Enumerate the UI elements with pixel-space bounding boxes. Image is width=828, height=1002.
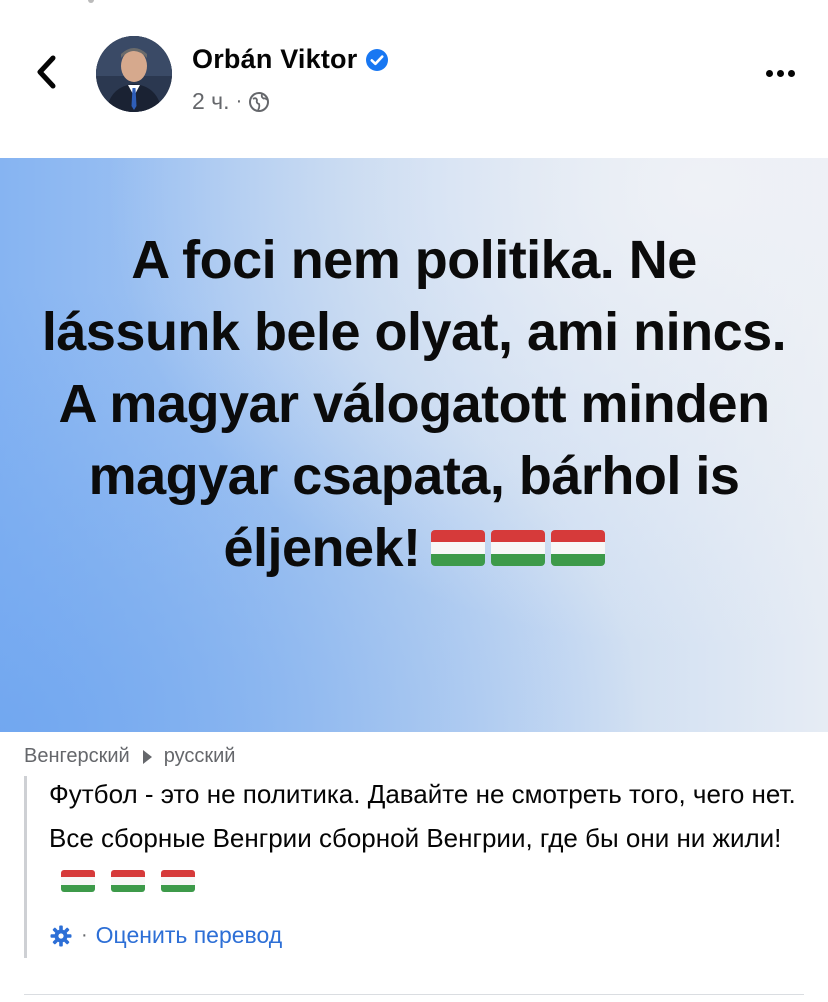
- translation-flag-group: [61, 870, 195, 893]
- chevron-left-icon: [37, 55, 56, 89]
- post-header: Orbán Viktor 2 ч. ·: [0, 0, 828, 158]
- back-button[interactable]: [22, 48, 70, 96]
- hungary-flag-icon: [161, 870, 195, 893]
- rate-translation-row: · Оценить перевод: [49, 922, 282, 949]
- author-row: Orbán Viktor: [192, 44, 389, 75]
- rate-translation-link[interactable]: Оценить перевод: [96, 922, 283, 949]
- arrow-right-icon: [142, 749, 152, 764]
- hungary-flag-icon: [490, 529, 545, 566]
- flag-group: [430, 529, 605, 566]
- post-image-text-content: A foci nem politika. Ne lássunk bele oly…: [41, 230, 787, 578]
- more-options-button[interactable]: [758, 58, 802, 88]
- avatar-image: [96, 36, 172, 112]
- divider: [24, 994, 804, 995]
- hungary-flag-icon: [430, 529, 485, 566]
- gear-icon[interactable]: [49, 924, 73, 948]
- translation-text-content: Футбол - это не политика. Давайте не смо…: [49, 779, 796, 853]
- post-time[interactable]: 2 ч.: [192, 88, 230, 115]
- more-dot: [787, 69, 795, 77]
- hungary-flag-icon: [111, 870, 145, 893]
- author-name[interactable]: Orbán Viktor: [192, 44, 357, 75]
- hungary-flag-icon: [61, 870, 95, 893]
- post-meta: 2 ч. ·: [192, 88, 270, 115]
- translation-block: Футбол - это не политика. Давайте не смо…: [24, 776, 809, 958]
- target-language: русский: [163, 745, 236, 767]
- post-image[interactable]: A foci nem politika. Ne lássunk bele oly…: [0, 158, 828, 732]
- post-image-text: A foci nem politika. Ne lássunk bele oly…: [40, 224, 788, 584]
- translation-languages: Венгерский русский: [24, 745, 235, 768]
- verified-badge-icon: [366, 48, 389, 71]
- meta-separator: ·: [235, 90, 243, 112]
- more-dot: [765, 69, 773, 77]
- rate-separator: ·: [81, 924, 88, 946]
- more-dot: [776, 69, 784, 77]
- translation-text: Футбол - это не политика. Давайте не смо…: [49, 772, 809, 904]
- avatar[interactable]: [96, 36, 172, 112]
- source-language: Венгерский: [24, 745, 130, 767]
- hungary-flag-icon: [550, 529, 605, 566]
- globe-icon: [249, 91, 270, 112]
